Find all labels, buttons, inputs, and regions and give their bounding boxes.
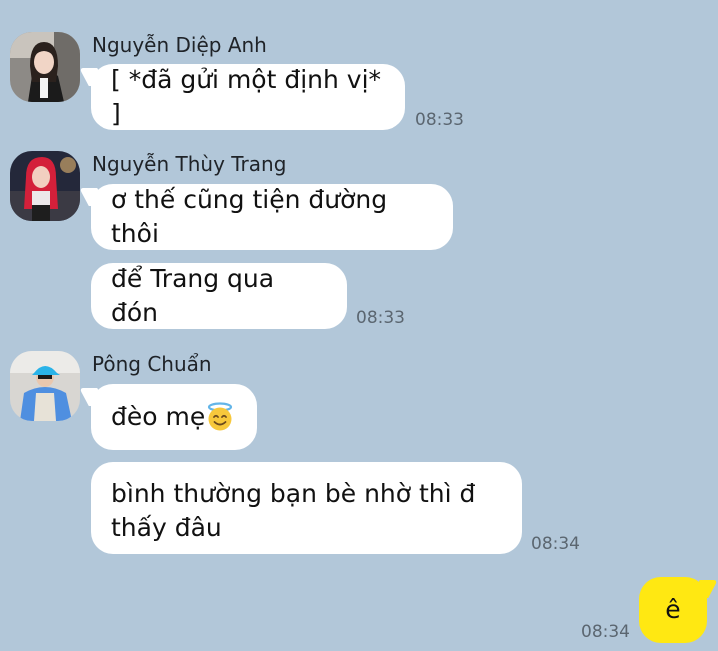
avatar[interactable] bbox=[10, 151, 80, 221]
message-time: 08:34 bbox=[531, 534, 580, 554]
message-text: ê bbox=[665, 595, 681, 624]
avatar-diep-anh-icon bbox=[10, 32, 80, 102]
message-bubble[interactable]: bình thường bạn bè nhờ thì đ thấy đâu bbox=[91, 462, 522, 554]
avatar-pong-chuan-icon bbox=[10, 351, 80, 421]
smiling-face-with-halo-icon bbox=[205, 402, 235, 432]
message-bubble[interactable]: [ *đã gửi một định vị* ] bbox=[91, 64, 405, 130]
sender-name: Pông Chuẩn bbox=[92, 352, 212, 376]
my-message-bubble[interactable]: ê bbox=[639, 577, 707, 643]
message-text: [ *đã gửi một định vị* ] bbox=[111, 65, 382, 128]
message-bubble[interactable]: đèo mẹ bbox=[91, 384, 257, 450]
avatar[interactable] bbox=[10, 32, 80, 102]
message-text: đèo mẹ bbox=[111, 402, 206, 431]
message-time: 08:33 bbox=[415, 110, 464, 130]
message-bubble[interactable]: để Trang qua đón bbox=[91, 263, 347, 329]
message-text: để Trang qua đón bbox=[111, 264, 275, 327]
message-text: ơ thế cũng tiện đường thôi bbox=[111, 185, 388, 248]
message-time: 08:34 bbox=[581, 622, 630, 642]
sender-name: Nguyễn Diệp Anh bbox=[92, 33, 267, 57]
sender-name: Nguyễn Thùy Trang bbox=[92, 152, 287, 176]
message-text: bình thường bạn bè nhờ thì đ thấy đâu bbox=[111, 479, 476, 542]
message-bubble[interactable]: ơ thế cũng tiện đường thôi bbox=[91, 184, 453, 250]
avatar[interactable] bbox=[10, 351, 80, 421]
message-time: 08:33 bbox=[356, 308, 405, 328]
chat-screen: { "messages": [ { "sender": "Nguyễn Diệp… bbox=[0, 0, 718, 651]
avatar-thuy-trang-icon bbox=[10, 151, 80, 221]
